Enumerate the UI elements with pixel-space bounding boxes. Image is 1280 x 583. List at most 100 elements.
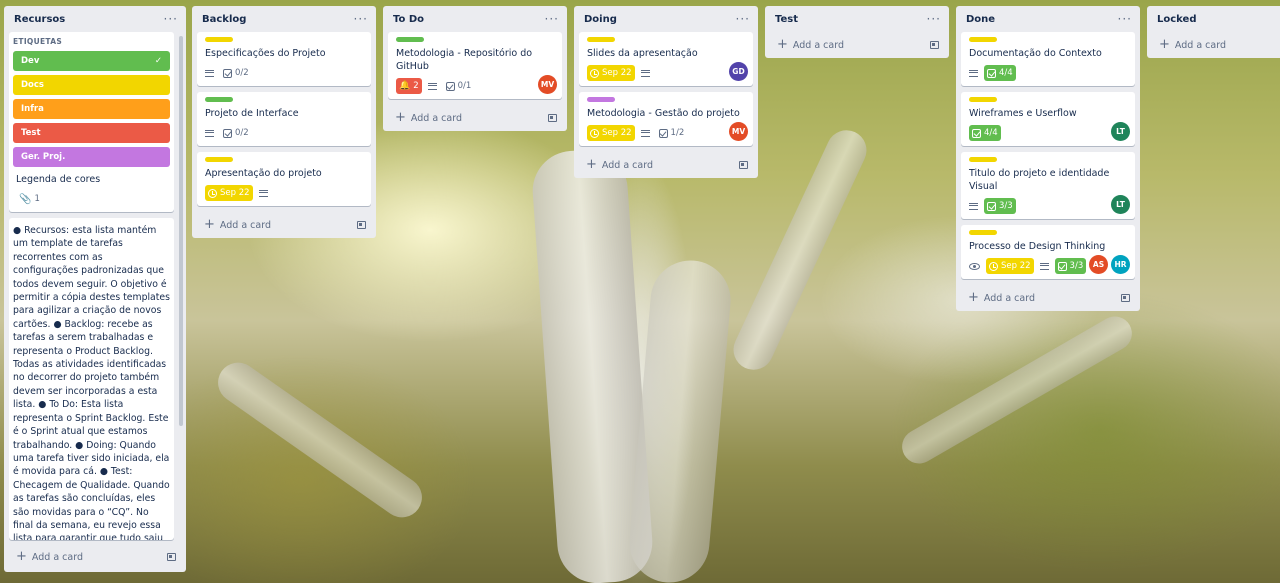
add-card-button[interactable]: + Add a card (4, 544, 186, 570)
template-icon[interactable] (167, 553, 176, 561)
card-title: Titulo do projeto e identidade Visual (969, 168, 1110, 192)
check-icon: ✓ (154, 56, 162, 66)
due-date-badge[interactable]: Sep 22 (205, 185, 253, 201)
card-legenda[interactable]: ETIQUETAS Dev ✓ Docs Infra Test Ger. Proj… (9, 32, 174, 212)
card[interactable]: Processo de Design Thinking Sep 22 3/3 A… (961, 225, 1135, 279)
card-label[interactable] (969, 97, 997, 102)
more-horizontal-icon[interactable]: ··· (736, 12, 750, 26)
card[interactable]: Metodologia - Repositório do GitHub 🔔 2 0… (388, 32, 562, 99)
template-icon[interactable] (1121, 294, 1130, 302)
due-date: Sep 22 (602, 68, 632, 78)
card-title: Metodologia - Repositório do GitHub (396, 48, 533, 72)
more-horizontal-icon[interactable]: ··· (354, 12, 368, 26)
add-card-button[interactable]: + Add a card (192, 212, 376, 238)
list-title[interactable]: Recursos (14, 14, 65, 25)
checklist-icon (223, 128, 232, 138)
card-title: Legenda de cores (16, 174, 101, 185)
checklist-badge: 1/2 (656, 125, 688, 141)
description-icon (258, 189, 268, 197)
checklist-badge: 0/1 (443, 78, 475, 94)
card-label[interactable] (969, 157, 997, 162)
list-title[interactable]: Backlog (202, 14, 246, 25)
card[interactable]: Apresentação do projeto Sep 22 (197, 152, 371, 206)
label-docs[interactable]: Docs (13, 75, 170, 95)
card[interactable]: Documentação do Contexto 4/4 (961, 32, 1135, 86)
more-horizontal-icon[interactable]: ··· (927, 12, 941, 26)
due-date: Sep 22 (1001, 261, 1031, 271)
list-header: Done ··· (956, 6, 1140, 32)
card-badges: 4/4 (969, 125, 1127, 141)
checklist-count: 0/2 (235, 68, 249, 78)
list-title[interactable]: Locked (1157, 14, 1197, 25)
template-icon[interactable] (548, 114, 557, 122)
add-card-button[interactable]: + Add a card (956, 285, 1140, 311)
add-card-button[interactable]: + Add a card (574, 152, 758, 178)
scrollbar[interactable] (179, 36, 183, 426)
card-label[interactable] (587, 97, 615, 102)
card-members: LT (1111, 122, 1130, 141)
card[interactable]: Especificações do Projeto 0/2 (197, 32, 371, 86)
avatar[interactable]: MV (538, 75, 557, 94)
template-icon[interactable] (930, 41, 939, 49)
more-horizontal-icon[interactable]: ··· (545, 12, 559, 26)
list-title[interactable]: Done (966, 14, 995, 25)
avatar[interactable]: MV (729, 122, 748, 141)
add-card-button[interactable]: + Add a card (1147, 32, 1280, 58)
more-horizontal-icon[interactable]: ··· (1118, 12, 1132, 26)
list-title[interactable]: Doing (584, 14, 617, 25)
attachment-count: 1 (34, 194, 40, 204)
template-icon[interactable] (357, 221, 366, 229)
etiquetas-heading: ETIQUETAS (13, 37, 63, 46)
label-test[interactable]: Test (13, 123, 170, 143)
checklist-icon (987, 68, 996, 78)
card[interactable]: Slides da apresentação Sep 22 GD (579, 32, 753, 86)
card-badges: 0/2 (205, 65, 363, 81)
clock-icon (989, 261, 998, 271)
due-date-badge[interactable]: Sep 22 (587, 65, 635, 81)
label-ger-proj[interactable]: Ger. Proj. (13, 147, 170, 167)
clock-icon (590, 128, 599, 138)
card-label[interactable] (205, 157, 233, 162)
tree-trunk (626, 257, 734, 583)
label-dev[interactable]: Dev ✓ (13, 51, 170, 71)
due-date: Sep 22 (220, 188, 250, 198)
card[interactable]: Projeto de Interface 0/2 (197, 92, 371, 146)
list-title[interactable]: Test (775, 14, 798, 25)
card-label[interactable] (205, 97, 233, 102)
card-members: LT (1111, 195, 1130, 214)
list-locked: Locked + Add a card (1147, 6, 1280, 58)
add-card-button[interactable]: + Add a card (765, 32, 949, 58)
checklist-count: 0/1 (457, 81, 472, 91)
avatar[interactable]: AS (1089, 255, 1108, 274)
description-icon (640, 129, 650, 137)
checklist-badge: 0/2 (220, 125, 252, 141)
due-date-badge[interactable]: Sep 22 (986, 258, 1034, 274)
card-description[interactable]: ● Recursos: esta lista mantém um templat… (9, 218, 174, 540)
card-label[interactable] (969, 37, 997, 42)
list-header: Doing ··· (574, 6, 758, 32)
avatar[interactable]: HR (1111, 255, 1130, 274)
more-horizontal-icon[interactable]: ··· (164, 12, 178, 26)
label-infra[interactable]: Infra (13, 99, 170, 119)
card-label[interactable] (396, 37, 424, 42)
card[interactable]: Metodologia - Gestão do projeto Sep 22 1… (579, 92, 753, 146)
avatar[interactable]: LT (1111, 122, 1130, 141)
list-title[interactable]: To Do (393, 14, 424, 25)
card-label[interactable] (587, 37, 615, 42)
card-badges: Sep 22 (587, 65, 745, 81)
add-card-button[interactable]: + Add a card (383, 105, 567, 131)
card[interactable]: Titulo do projeto e identidade Visual 3/… (961, 152, 1135, 219)
avatar[interactable]: GD (729, 62, 748, 81)
template-icon[interactable] (739, 161, 748, 169)
card-label[interactable] (969, 230, 997, 235)
checklist-icon (1057, 261, 1067, 271)
due-date-badge[interactable]: Sep 22 (587, 125, 635, 141)
list-header: To Do ··· (383, 6, 567, 32)
bell-icon: 🔔 (399, 81, 411, 91)
card-label[interactable] (205, 37, 233, 42)
avatar[interactable]: LT (1111, 195, 1130, 214)
card-title: Metodologia - Gestão do projeto (587, 108, 740, 119)
card[interactable]: Wireframes e Userflow 4/4 LT (961, 92, 1135, 146)
card-title: Wireframes e Userflow (969, 108, 1077, 119)
notification-badge: 🔔 2 (396, 78, 422, 94)
